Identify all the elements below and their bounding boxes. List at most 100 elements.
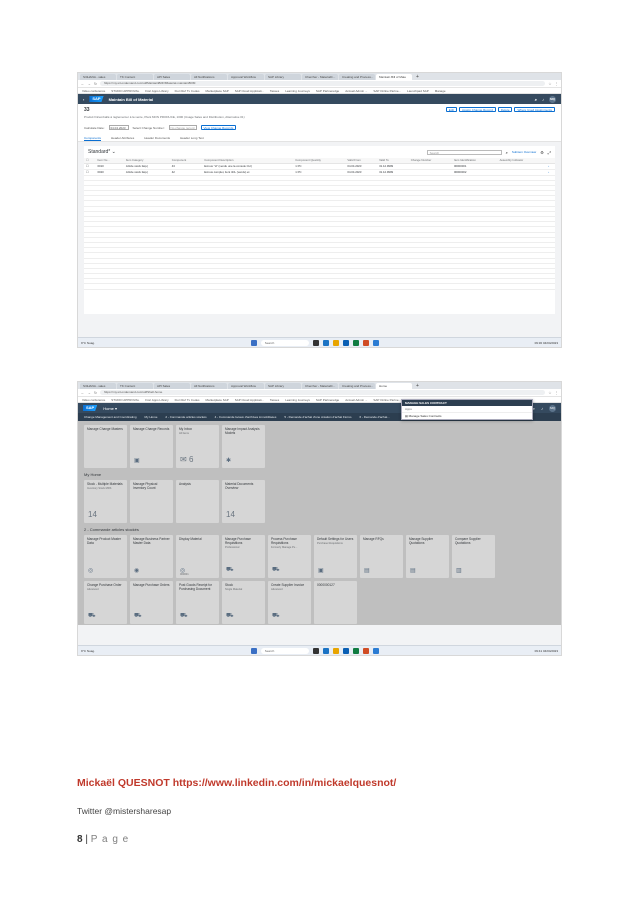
app-tile[interactable]: Manage Change Records ▣ xyxy=(130,425,173,468)
taskbar-search[interactable]: Search xyxy=(260,647,309,654)
reload-icon[interactable]: ↻ xyxy=(94,82,97,86)
edit-button[interactable]: Edit xyxy=(445,107,457,112)
bookmark-item[interactable]: Manage xyxy=(435,89,446,93)
app-icon[interactable] xyxy=(352,339,359,346)
bookmark-item[interactable]: Learning Journeys xyxy=(285,398,310,402)
new-tab-icon[interactable]: + xyxy=(413,74,421,80)
back-icon[interactable]: ← xyxy=(81,391,85,395)
browser-tab[interactable]: All Notifications xyxy=(191,74,227,80)
app-tile[interactable]: Manage Product Master Data ◎ xyxy=(84,535,127,578)
browser-tab[interactable]: Chercher - MaterialC... xyxy=(302,74,338,80)
menu-icon[interactable]: ⋮ xyxy=(555,82,559,86)
avatar[interactable]: MQ xyxy=(549,95,556,103)
bookmark-item[interactable]: Learning Journeys xyxy=(285,89,310,93)
tab-header-attributes[interactable]: Header Attributes xyxy=(111,136,134,141)
bookmark-item[interactable]: SAP Online Partne... xyxy=(373,398,401,402)
app-icon[interactable] xyxy=(372,647,379,654)
app-tile[interactable]: Change Purchase Order Advanced ⛟ xyxy=(84,581,127,624)
change-number-input[interactable]: No change record xyxy=(168,125,197,130)
app-icon[interactable] xyxy=(312,339,319,346)
bookmark-item[interactable]: Fiori Apps Library xyxy=(145,89,168,93)
app-icon[interactable] xyxy=(312,647,319,654)
table-search-input[interactable]: Search xyxy=(426,149,502,155)
search-icon[interactable]: ⌕ xyxy=(506,150,508,155)
bookmark-item[interactable]: SAP Online Partne... xyxy=(373,89,401,93)
bookmark-item[interactable]: Fiori Apps Library xyxy=(145,398,168,402)
bell-icon[interactable]: ♪ xyxy=(541,406,543,411)
app-tile[interactable]: Manage Supplier Quotations ▤ xyxy=(406,535,449,578)
star-icon[interactable]: ☆ xyxy=(548,82,551,86)
app-tile[interactable]: Manage RFQs ▤ xyxy=(360,535,403,578)
bookmark-item[interactable]: Fiori Ref Tx Codes xyxy=(175,89,200,93)
app-icon[interactable] xyxy=(362,339,369,346)
bookmark-item[interactable]: Marketplace SAP xyxy=(206,89,229,93)
weather-widget[interactable]: 9°C Nuag. xyxy=(81,649,95,653)
app-tile[interactable]: Manage Physical Inventory Count xyxy=(130,480,173,523)
app-tile[interactable]: Manage Purchase Orders ⛟ xyxy=(130,581,173,624)
browser-tab[interactable]: Creating and Process... xyxy=(339,74,375,80)
bookmark-item[interactable]: STUDIO APPROVAL xyxy=(111,89,139,93)
chrome-icon[interactable] xyxy=(332,647,339,654)
bookmark-item[interactable]: Tasses xyxy=(270,398,279,402)
subitem-overview-link[interactable]: Subitem Overview xyxy=(512,150,536,154)
app-icon[interactable] xyxy=(342,339,349,346)
app-tile[interactable]: Stock - Multiple Materials Inventory Stoc… xyxy=(84,480,127,523)
app-tile[interactable]: My Inbox All Items ✉ 6 xyxy=(176,425,219,468)
space-tab[interactable]: Change Management and Coordinating xyxy=(84,415,137,419)
settings-icon[interactable]: ⚙ xyxy=(540,150,544,155)
delete-button[interactable]: Delete xyxy=(497,107,513,112)
search-icon[interactable]: ⌕ xyxy=(533,406,535,411)
space-tab[interactable]: 4 - Commande locaux d'archives immobilis… xyxy=(215,415,277,419)
app-tile[interactable]: Process Purchase Requisitions Formerly Ma… xyxy=(268,535,311,578)
browser-tab[interactable]: Creating and Process... xyxy=(339,383,375,389)
tab-header-long-text[interactable]: Header Long Text xyxy=(180,136,204,141)
forward-icon[interactable]: → xyxy=(88,391,92,395)
variant-title[interactable]: Standard* ⌄ xyxy=(88,149,423,155)
space-tab[interactable]: My Home xyxy=(145,415,158,419)
app-tile[interactable]: Display Material ◎ 000001 xyxy=(176,535,219,578)
browser-tab[interactable]: SAP Library xyxy=(265,383,301,389)
app-title[interactable]: Home ▾ xyxy=(103,406,117,411)
app-tile[interactable]: Manage Business Partner Master Data ◉ xyxy=(130,535,173,578)
browser-tab[interactable]: Approval Workflow xyxy=(228,74,264,80)
bookmark-item[interactable]: SAP Partneredge xyxy=(316,398,339,402)
suggestion-manage-sales-contracts[interactable]: ▤ Manage Sales Contracts xyxy=(402,412,532,419)
back-button[interactable]: ‹ xyxy=(83,97,84,102)
browser-tab[interactable]: Maintain Bill of Mate xyxy=(376,74,412,80)
back-icon[interactable]: ← xyxy=(81,82,85,86)
weather-widget[interactable]: 9°C Nuag. xyxy=(81,341,95,345)
chrome-icon[interactable] xyxy=(332,339,339,346)
space-tab[interactable]: 5 - Demande d'achat d'une création d'ach… xyxy=(284,415,351,419)
url-input[interactable]: https://my.s4.ondemand.com/ui#MaintainBi… xyxy=(99,81,546,86)
browser-tab[interactable]: Chercher - MaterialC... xyxy=(302,383,338,389)
windows-start-icon[interactable] xyxy=(250,339,257,346)
forward-icon[interactable]: → xyxy=(88,82,92,86)
app-tile[interactable]: Create Supplier Invoice Advanced ⛟ xyxy=(268,581,311,624)
expand-icon[interactable]: ⤢ xyxy=(548,150,551,155)
browser-tab[interactable]: S/4HANA - sales xyxy=(80,383,116,389)
bookmark-item[interactable]: Marketplace SAP xyxy=(206,398,229,402)
bookmark-item[interactable]: Tasses xyxy=(270,89,279,93)
avatar[interactable]: MQ xyxy=(549,404,556,412)
calc-date-input[interactable]: 04.04.2023 xyxy=(108,125,129,130)
reload-icon[interactable]: ↻ xyxy=(94,391,97,395)
app-tile[interactable]: Post Goods Receipt for Purchasing Docume… xyxy=(176,581,219,624)
tab-components[interactable]: Components xyxy=(84,136,102,141)
browser-tab[interactable]: S/4HANA - sales xyxy=(80,74,116,80)
space-tab[interactable]: 2 - Commande articles stockés xyxy=(165,415,206,419)
app-icon[interactable] xyxy=(342,647,349,654)
browser-tab[interactable]: Approval Workflow xyxy=(228,383,264,389)
app-icon[interactable] xyxy=(322,647,329,654)
app-tile[interactable]: Material Documents Overview 14 xyxy=(222,480,265,523)
search-icon[interactable]: ⌕ xyxy=(535,97,537,102)
browser-tab[interactable]: Home xyxy=(376,383,412,389)
browser-tab[interactable]: SAP Library xyxy=(265,74,301,80)
menu-icon[interactable]: ⋮ xyxy=(555,391,559,395)
bookmark-item[interactable]: SAP Cloud Applicati... xyxy=(235,398,264,402)
where-used-button[interactable]: Where Used Assignments xyxy=(514,107,555,112)
app-icon[interactable] xyxy=(372,339,379,346)
bookmark-item[interactable]: Video conference xyxy=(82,89,105,93)
assign-change-record-button[interactable]: Assign Change Record xyxy=(458,107,496,112)
view-change-records-button[interactable]: View Change Records xyxy=(200,125,237,130)
app-tile[interactable]: Analysis xyxy=(176,480,219,523)
